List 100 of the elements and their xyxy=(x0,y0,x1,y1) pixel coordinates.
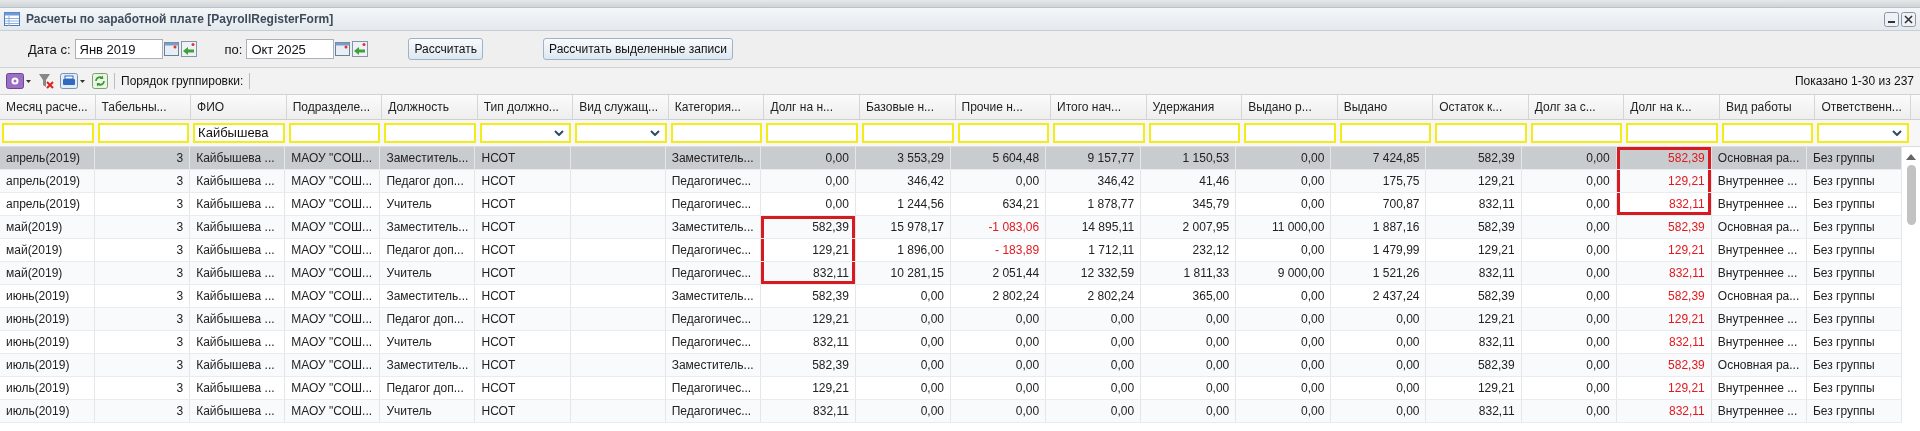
filter-field[interactable] xyxy=(1626,123,1718,143)
column-header[interactable]: Выдано р... xyxy=(1242,95,1338,119)
column-header[interactable]: Должность xyxy=(382,95,478,119)
filter-dropdown[interactable] xyxy=(575,123,667,143)
column-header[interactable]: ФИО xyxy=(191,95,287,119)
calculate-button[interactable]: Рассчитать выделенные записи xyxy=(543,38,733,60)
table-row[interactable]: июнь(2019) 3 Кайбышева ... МАОУ "СОШ... Заместитель... НСОТ Заместитель... 582,39 0,00 2 802,24 2 802,24 365,00 0,00 2 437,24 582,39 0,00 582,39 Основная ра... Без группы xyxy=(0,285,1902,308)
calendar-icon[interactable] xyxy=(163,41,180,57)
table-cell: 582,39 xyxy=(760,354,856,376)
table-cell: -1 083,06 xyxy=(951,216,1047,238)
column-header[interactable]: Вид работы xyxy=(1719,95,1816,119)
column-header[interactable]: Тип должно... xyxy=(477,95,574,119)
table-cell: Учитель xyxy=(380,262,476,284)
table-cell: 0,00 xyxy=(1521,262,1617,284)
table-row[interactable]: июль(2019) 3 Кайбышева ... МАОУ "СОШ... Учитель НСОТ Педагогичес... 832,11 0,00 0,00 0,00 0,00 0,00 0,00 832,11 0,00 832,11 Внутреннее ... Без группы xyxy=(0,400,1902,423)
filter-field[interactable] xyxy=(1530,123,1623,143)
filter-field[interactable] xyxy=(1244,123,1336,143)
table-cell: 3 xyxy=(95,331,191,353)
table-row[interactable]: май(2019) 3 Кайбышева ... МАОУ "СОШ... Заместитель... НСОТ Заместитель... 582,39 15 978,17 -1 083,06 14 895,11 2 007,95 11 000,00 1 887,16 582,39 0,00 582,39 Основная ра... Без группы xyxy=(0,216,1902,239)
column-header[interactable]: Базовые н... xyxy=(859,95,956,119)
table-cell: 129,21 xyxy=(1426,239,1522,261)
column-header[interactable]: Месяц расче... xyxy=(0,95,96,119)
filter-field[interactable] xyxy=(766,123,858,143)
table-cell: 3 xyxy=(95,308,191,330)
minimize-button[interactable] xyxy=(1884,11,1899,27)
table-cell: 5 604,48 xyxy=(951,147,1047,169)
table-cell: Внутреннее ... xyxy=(1711,331,1807,353)
filter-field[interactable] xyxy=(1053,123,1145,143)
column-header[interactable]: Удержания xyxy=(1146,95,1243,119)
table-cell: 582,39 xyxy=(1616,285,1712,307)
table-cell: Кайбышева ... xyxy=(190,147,286,169)
table-cell: 0,00 xyxy=(1046,377,1142,399)
table-cell: апрель(2019) xyxy=(0,147,96,169)
table-cell: НСОТ xyxy=(475,262,571,284)
filter-dropdown[interactable] xyxy=(1817,123,1909,143)
table-row[interactable]: апрель(2019) 3 Кайбышева ... МАОУ "СОШ... Учитель НСОТ Педагогичес... 0,00 1 244,56 634,21 1 878,77 345,79 0,00 700,87 832,11 0,00 832,11 Внутреннее ... Без группы xyxy=(0,193,1902,216)
table-row[interactable]: июнь(2019) 3 Кайбышева ... МАОУ "СОШ... Учитель НСОТ Педагогичес... 832,11 0,00 0,00 0,00 0,00 0,00 0,00 832,11 0,00 832,11 Внутреннее ... Без группы xyxy=(0,331,1902,354)
table-cell: Без группы xyxy=(1806,216,1902,238)
column-header[interactable]: Ответственн... xyxy=(1815,95,1911,119)
table-cell: МАОУ "СОШ... xyxy=(285,331,381,353)
filter-field[interactable] xyxy=(1721,123,1814,143)
table-row[interactable]: май(2019) 3 Кайбышева ... МАОУ "СОШ... Педагог доп... НСОТ Педагогичес... 129,21 1 896,00 - 183,89 1 712,11 232,12 0,00 1 479,99 129,21 0,00 129,21 Внутреннее ... Без группы xyxy=(0,239,1902,262)
table-row[interactable]: июль(2019) 3 Кайбышева ... МАОУ "СОШ... Педагог доп... НСОТ Педагогичес... 129,21 0,00 0,00 0,00 0,00 0,00 0,00 129,21 0,00 129,21 Внутреннее ... Без группы xyxy=(0,377,1902,400)
table-cell: 3 xyxy=(95,170,191,192)
table-cell: 0,00 xyxy=(951,331,1047,353)
date-to-field[interactable]: Окт 2025 xyxy=(246,39,335,59)
table-row[interactable]: апрель(2019) 3 Кайбышева ... МАОУ "СОШ... Заместитель... НСОТ Заместитель... 0,00 3 553,29 5 604,48 9 157,77 1 150,53 0,00 7 424,85 582,39 0,00 582,39 Основная ра... Без группы xyxy=(0,147,1902,170)
filter-field[interactable] xyxy=(384,123,476,143)
table-cell: 0,00 xyxy=(1141,308,1237,330)
filter-field[interactable] xyxy=(861,123,954,143)
column-header[interactable]: Итого нач... xyxy=(1051,95,1147,119)
table-cell: НСОТ xyxy=(475,285,571,307)
filter-clear-icon[interactable] xyxy=(38,73,54,89)
filter-field[interactable] xyxy=(670,123,763,143)
column-header[interactable]: Долг на н... xyxy=(764,95,860,119)
table-row[interactable]: июнь(2019) 3 Кайбышева ... МАОУ "СОШ... Педагог доп... НСОТ Педагогичес... 129,21 0,00 0,00 0,00 0,00 0,00 0,00 129,21 0,00 129,21 Внутреннее ... Без группы xyxy=(0,308,1902,331)
table-row[interactable]: май(2019) 3 Кайбышева ... МАОУ "СОШ... Учитель НСОТ Педагогичес... 832,11 10 281,15 2 051,44 12 332,59 1 811,33 9 000,00 1 521,26 832,11 0,00 832,11 Внутреннее ... Без группы xyxy=(0,262,1902,285)
filter-field[interactable] xyxy=(288,123,381,143)
table-cell: Основная ра... xyxy=(1711,147,1807,169)
refresh-icon[interactable] xyxy=(92,73,108,89)
filter-field[interactable] xyxy=(1148,123,1241,143)
column-header[interactable]: Категория... xyxy=(668,95,765,119)
column-header[interactable]: Выдано xyxy=(1337,95,1434,119)
column-header[interactable]: Долг за с... xyxy=(1528,95,1625,119)
table-cell: 1 521,26 xyxy=(1331,262,1427,284)
scroll-up-icon[interactable] xyxy=(1905,153,1917,161)
filter-field[interactable]: Кайбышева xyxy=(193,123,285,143)
scrollbar-thumb[interactable] xyxy=(1906,165,1916,225)
table-cell: Без группы xyxy=(1806,354,1902,376)
column-header[interactable]: Подразделе... xyxy=(286,95,383,119)
table-row[interactable]: апрель(2019) 3 Кайбышева ... МАОУ "СОШ... Педагог доп... НСОТ Педагогичес... 0,00 346,42 0,00 346,42 41,46 0,00 175,75 129,21 0,00 129,21 Внутреннее ... Без группы xyxy=(0,170,1902,193)
filter-field[interactable] xyxy=(957,123,1050,143)
table-cell: НСОТ xyxy=(475,400,571,422)
table-cell: Заместитель... xyxy=(380,354,476,376)
filter-field[interactable] xyxy=(1435,123,1527,143)
filter-field[interactable] xyxy=(97,123,190,143)
table-cell: 582,39 xyxy=(1616,147,1712,169)
table-row[interactable]: июль(2019) 3 Кайбышева ... МАОУ "СОШ... Заместитель... НСОТ Заместитель... 582,39 0,00 0,00 0,00 0,00 0,00 0,00 582,39 0,00 582,39 Основная ра... Без группы xyxy=(0,354,1902,377)
table-cell: 175,75 xyxy=(1331,170,1427,192)
column-header[interactable]: Остаток к... xyxy=(1433,95,1529,119)
calendar-icon[interactable] xyxy=(335,41,352,57)
table-cell: 0,00 xyxy=(1521,400,1617,422)
filter-dropdown[interactable] xyxy=(479,123,572,143)
column-header[interactable]: Вид служащ... xyxy=(573,95,669,119)
calculate-button[interactable]: Рассчитать xyxy=(408,38,484,60)
filter-field[interactable] xyxy=(2,123,94,143)
column-header[interactable]: Табельны... xyxy=(95,95,192,119)
filter-field[interactable] xyxy=(1339,123,1432,143)
table-cell: НСОТ xyxy=(475,216,571,238)
column-header[interactable]: Долг на к... xyxy=(1624,95,1720,119)
table-cell: май(2019) xyxy=(0,239,96,261)
table-cell: 9 000,00 xyxy=(1236,262,1332,284)
close-button[interactable] xyxy=(1901,11,1916,27)
printer-icon[interactable] xyxy=(60,73,86,89)
column-header[interactable]: Прочие н... xyxy=(955,95,1052,119)
table-cell: 0,00 xyxy=(1236,400,1332,422)
table-cell: 0,00 xyxy=(855,331,951,353)
date-from-field[interactable]: Янв 2019 xyxy=(74,39,163,59)
table-cell: 1 479,99 xyxy=(1331,239,1427,261)
table-cell: Без группы xyxy=(1806,400,1902,422)
